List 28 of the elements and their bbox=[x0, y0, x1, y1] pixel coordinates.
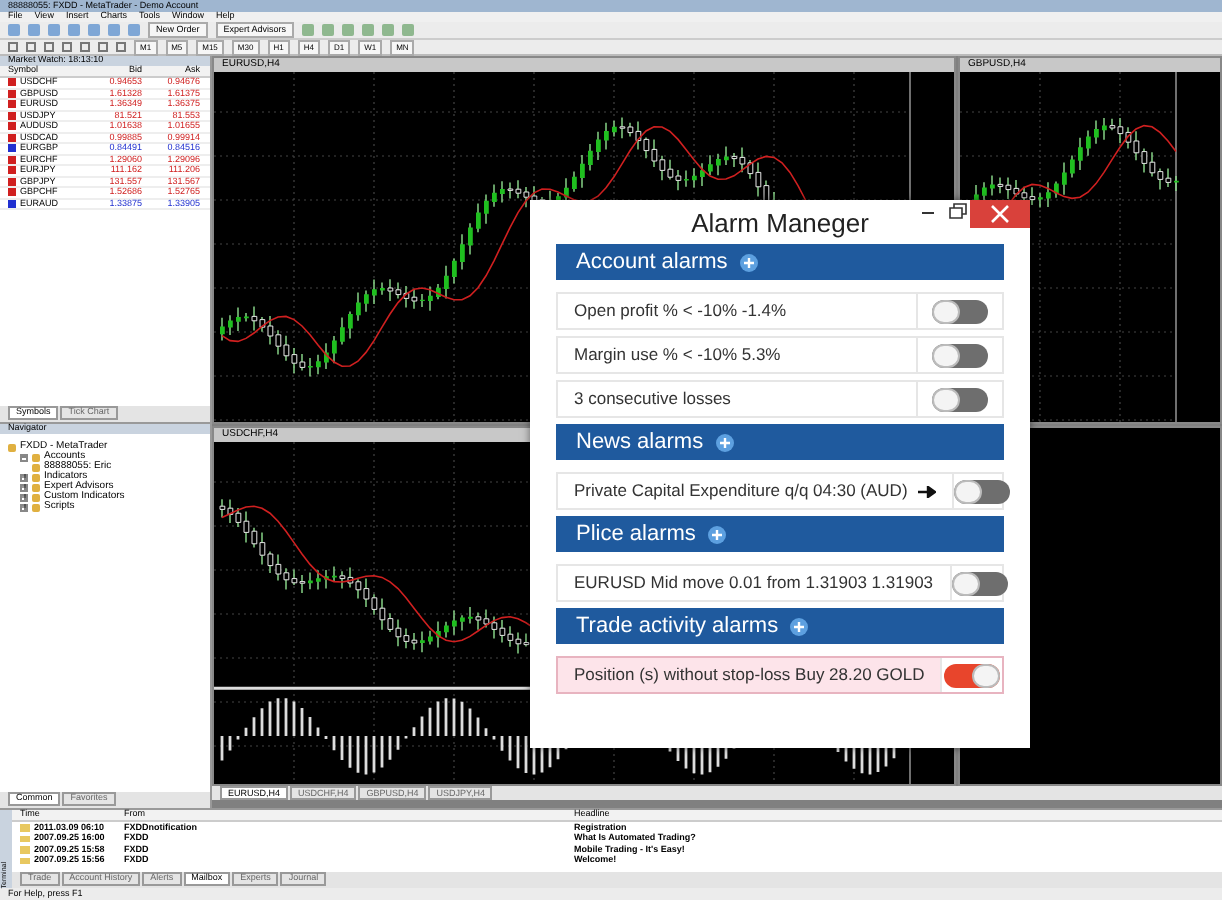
close-icon[interactable] bbox=[970, 200, 1030, 228]
add-icon[interactable] bbox=[715, 433, 734, 451]
toggle-switch[interactable] bbox=[944, 663, 1001, 687]
expand-icon[interactable] bbox=[20, 503, 28, 511]
alarm-label: Open profit % < -10% -1.4% bbox=[574, 302, 787, 320]
alarm-label: Margin use % < -10% 5.3% bbox=[574, 346, 781, 364]
section-title: Plice alarms bbox=[576, 523, 696, 545]
expand-icon[interactable] bbox=[20, 483, 28, 491]
add-icon[interactable] bbox=[707, 525, 726, 543]
section-title: Trade activity alarms bbox=[576, 615, 779, 637]
expand-icon[interactable] bbox=[20, 473, 28, 481]
toggle-switch[interactable] bbox=[932, 343, 988, 367]
expand-icon[interactable] bbox=[20, 493, 28, 501]
add-icon[interactable] bbox=[739, 253, 758, 271]
section-title: News alarms bbox=[576, 431, 704, 453]
section-title: Account alarms bbox=[576, 251, 728, 273]
alarm-label: Position (s) without stop-loss Buy 28.20 GOLD bbox=[574, 666, 925, 684]
add-icon[interactable] bbox=[790, 617, 809, 635]
alarm-label: EURUSD Mid move 0.01 from 1.31903 1.31903 bbox=[574, 574, 934, 592]
toggle-switch[interactable] bbox=[953, 479, 1010, 503]
collapse-icon[interactable] bbox=[20, 453, 28, 461]
folder-icon bbox=[8, 443, 16, 451]
toggle-switch[interactable] bbox=[932, 387, 988, 411]
alarm-label: Private Capital Expenditure q/q 04:30 (AUD) bbox=[574, 482, 908, 500]
toggle-switch[interactable] bbox=[951, 571, 1008, 595]
toggle-switch[interactable] bbox=[932, 299, 988, 323]
dialog-title: Alarm Maneger bbox=[691, 209, 869, 235]
alarm-label: 3 consecutive losses bbox=[574, 390, 731, 408]
